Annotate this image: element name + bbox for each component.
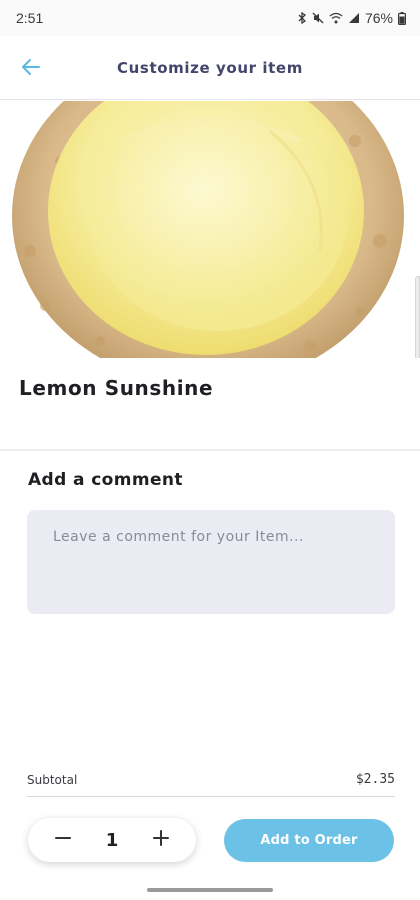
subtotal-row: Subtotal $2.35 [27, 772, 395, 787]
quantity-stepper: 1 [28, 818, 196, 862]
plus-icon [152, 829, 170, 851]
bluetooth-icon [297, 12, 307, 24]
mute-icon [312, 12, 324, 24]
battery-percent: 76% [364, 10, 393, 26]
status-bar: 2:51 76% [0, 0, 420, 36]
add-to-order-button[interactable]: Add to Order [224, 819, 394, 862]
status-time: 2:51 [16, 10, 44, 26]
status-icons: 76% [297, 10, 406, 26]
subtotal-value: $2.35 [355, 772, 395, 787]
signal-icon [348, 12, 360, 24]
subtotal-label: Subtotal [27, 772, 78, 787]
back-button[interactable] [14, 52, 48, 86]
cookie-illustration [12, 101, 404, 358]
increase-quantity-button[interactable] [146, 825, 176, 855]
battery-icon [398, 11, 406, 25]
wifi-icon [329, 12, 343, 24]
section-divider [0, 449, 420, 451]
comment-input[interactable] [27, 510, 395, 614]
subtotal-divider [27, 796, 395, 797]
comment-heading: Add a comment [28, 470, 183, 490]
product-image [0, 101, 420, 358]
home-indicator[interactable] [147, 888, 273, 892]
scrollbar-thumb[interactable] [415, 276, 420, 358]
minus-icon [54, 829, 72, 851]
arrow-left-icon [21, 58, 41, 80]
quantity-value: 1 [105, 829, 119, 851]
decrease-quantity-button[interactable] [48, 825, 78, 855]
page-title: Customize your item [117, 58, 303, 77]
app-header: Customize your item [0, 36, 420, 100]
product-name: Lemon Sunshine [19, 376, 214, 400]
